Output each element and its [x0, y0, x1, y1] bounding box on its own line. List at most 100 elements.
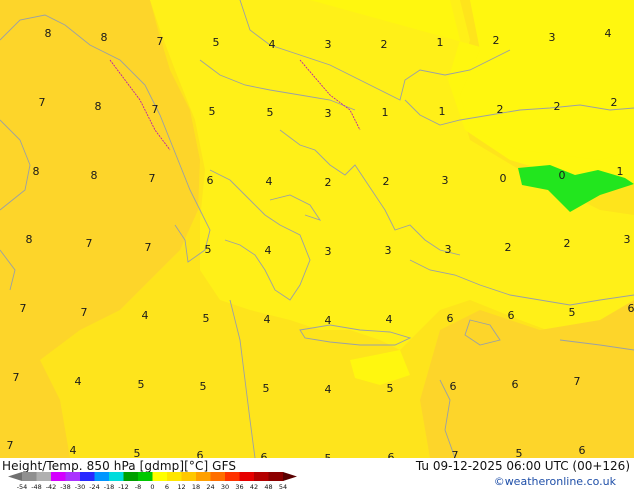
value-label: 5: [267, 106, 274, 119]
value-label: 8: [45, 27, 52, 40]
value-label: 3: [624, 233, 631, 246]
value-label: 2: [325, 176, 332, 189]
legend-swatch: [51, 472, 66, 481]
value-label: 5: [203, 312, 210, 325]
value-label: 4: [142, 309, 149, 322]
map-footer: Height/Temp. 850 hPa [gdmp][°C] GFS Tu 0…: [0, 458, 634, 490]
value-label: 5: [205, 243, 212, 256]
legend-tick-label: -8: [135, 483, 141, 490]
legend-swatch: [269, 472, 284, 481]
value-label: 7: [574, 375, 581, 388]
legend-swatch: [22, 472, 37, 481]
value-label: 4: [266, 175, 273, 188]
value-label: 2: [497, 103, 504, 116]
legend-tick-label: -48: [31, 483, 42, 490]
value-label: 8: [33, 165, 40, 178]
legend-swatch: [254, 472, 269, 481]
legend-tick-label: 18: [192, 483, 200, 490]
weather-map: 8 8 7 5 4 3 2 1 2 3 4 7 8 7 5 5 3 1 1 2 …: [0, 0, 634, 458]
value-label: 6: [197, 449, 204, 458]
value-label: 7: [39, 96, 46, 109]
value-label: 6: [512, 378, 519, 391]
value-label: 5: [138, 378, 145, 391]
value-label: 2: [554, 100, 561, 113]
value-label: 7: [152, 103, 159, 116]
value-label: 6: [388, 451, 395, 458]
legend-tick-label: 24: [206, 483, 214, 490]
value-label: 7: [452, 449, 459, 458]
legend-swatch: [109, 472, 124, 481]
value-label: 3: [445, 243, 452, 256]
legend-swatch: [153, 472, 168, 481]
value-label: 5: [213, 36, 220, 49]
value-label: 3: [325, 107, 332, 120]
value-label: 1: [382, 106, 389, 119]
value-label: 0: [559, 169, 566, 182]
value-label: 3: [385, 244, 392, 257]
value-label: 5: [209, 105, 216, 118]
legend-tick-label: -54: [17, 483, 28, 490]
value-label: 7: [20, 302, 27, 315]
value-label: 6: [447, 312, 454, 325]
value-label: 6: [508, 309, 515, 322]
value-label: 3: [325, 245, 332, 258]
value-label: 5: [200, 380, 207, 393]
value-label: 4: [325, 314, 332, 327]
legend-swatch: [182, 472, 197, 481]
value-label: 4: [264, 313, 271, 326]
legend-tick-label: 30: [221, 483, 229, 490]
legend-swatch: [37, 472, 52, 481]
legend-swatch: [225, 472, 240, 481]
forecast-datetime: Tu 09-12-2025 06:00 UTC (00+126): [416, 459, 630, 473]
legend-swatch: [211, 472, 226, 481]
legend-tick-label: 12: [177, 483, 185, 490]
value-label: 5: [516, 447, 523, 458]
value-label: 7: [149, 172, 156, 185]
legend-tick-label: 54: [279, 483, 287, 490]
legend-tick-label: -18: [104, 483, 115, 490]
legend-tick-label: 36: [235, 483, 243, 490]
legend-swatch: [95, 472, 110, 481]
legend-swatch: [66, 472, 81, 481]
legend-tick-label: -30: [75, 483, 86, 490]
value-label: 5: [569, 306, 576, 319]
value-label: 4: [75, 375, 82, 388]
value-label: 7: [7, 439, 14, 452]
value-label: 4: [386, 313, 393, 326]
source-credit-link[interactable]: ©weatheronline.co.uk: [494, 475, 616, 488]
value-label: 3: [442, 174, 449, 187]
value-label: 6: [450, 380, 457, 393]
value-label: 1: [617, 165, 624, 178]
value-label: 7: [81, 306, 88, 319]
value-label: 1: [439, 105, 446, 118]
value-label: 4: [269, 38, 276, 51]
legend-tick-label: 48: [264, 483, 272, 490]
value-label: 3: [549, 31, 556, 44]
legend-swatch: [240, 472, 255, 481]
value-label: 7: [13, 371, 20, 384]
value-label: 2: [505, 241, 512, 254]
value-label: 5: [134, 447, 141, 458]
temperature-map-canvas: 8 8 7 5 4 3 2 1 2 3 4 7 8 7 5 5 3 1 1 2 …: [0, 0, 634, 458]
value-label: 2: [381, 38, 388, 51]
legend-tick-label: 0: [150, 483, 154, 490]
value-label: 7: [86, 237, 93, 250]
value-label: 8: [95, 100, 102, 113]
legend-tick-label: -24: [89, 483, 100, 490]
legend-arrow-right: [283, 472, 297, 481]
legend-swatch: [196, 472, 211, 481]
value-label: 8: [26, 233, 33, 246]
value-label: 4: [265, 244, 272, 257]
value-label: 4: [605, 27, 612, 40]
legend-tick-label: 42: [250, 483, 258, 490]
value-label: 7: [157, 35, 164, 48]
value-label: 4: [325, 383, 332, 396]
value-label: 6: [628, 302, 634, 315]
value-label: 6: [207, 174, 214, 187]
legend-swatch: [80, 472, 95, 481]
legend-swatch: [167, 472, 182, 481]
legend-swatch: [138, 472, 153, 481]
legend-tick-label: -42: [46, 483, 57, 490]
legend-arrow-left: [8, 472, 22, 481]
value-label: 5: [387, 382, 394, 395]
